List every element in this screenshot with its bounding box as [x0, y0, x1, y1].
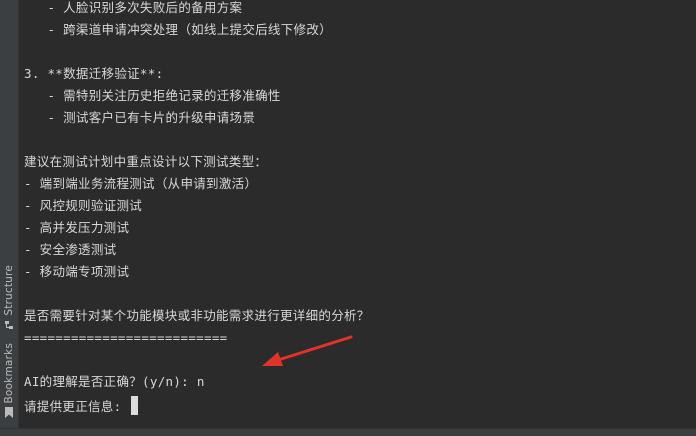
bottom-tab-cut-2[interactable] — [222, 431, 292, 436]
bottom-tab-cut-4[interactable] — [394, 431, 502, 436]
bottom-tab-cut-3[interactable] — [310, 431, 378, 436]
bottom-tool-bar — [0, 428, 696, 436]
bottom-tab-cut-1[interactable] — [28, 431, 198, 436]
bottom-tab-cut-5[interactable] — [520, 431, 580, 436]
annotation-arrow — [262, 335, 353, 366]
